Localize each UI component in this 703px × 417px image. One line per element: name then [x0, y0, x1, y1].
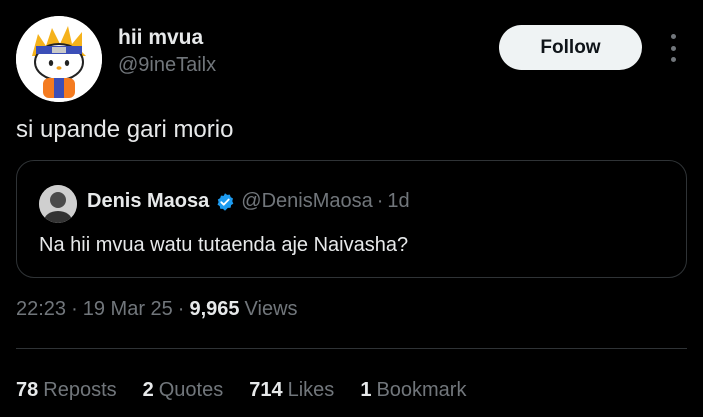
likes-count: 714: [249, 379, 283, 401]
author-display-name[interactable]: hii mvua: [118, 26, 203, 50]
reposts-label: Reposts: [43, 379, 117, 401]
profile-photo-icon: [39, 185, 77, 223]
engagement-stats: 78 Reposts 2 Quotes 714 Likes 1 Bookmark: [16, 379, 492, 402]
tweet-time[interactable]: 22:23: [16, 298, 66, 321]
hello-kitty-naruto-avatar-icon: [16, 16, 102, 102]
quoted-tweet-header: Denis Maosa @DenisMaosa · 1d: [87, 190, 410, 213]
quoted-author-avatar[interactable]: [39, 185, 77, 223]
follow-button[interactable]: Follow: [499, 25, 642, 70]
tweet-meta: 22:23 · 19 Mar 25 · 9,965 Views: [16, 298, 298, 321]
quoted-author-name[interactable]: Denis Maosa: [87, 190, 209, 213]
tweet-text: si upande gari morio: [16, 116, 234, 143]
divider: [16, 348, 687, 349]
author-avatar[interactable]: [16, 16, 102, 102]
likes-stat[interactable]: 714 Likes: [249, 379, 334, 402]
views-label: Views: [244, 298, 298, 320]
quoted-timestamp[interactable]: 1d: [387, 190, 409, 213]
views-count: 9,965: [189, 298, 240, 320]
bookmarks-stat[interactable]: 1 Bookmark: [360, 379, 466, 402]
reposts-stat[interactable]: 78 Reposts: [16, 379, 117, 402]
quoted-tweet-card[interactable]: Denis Maosa @DenisMaosa · 1d Na hii mvua…: [16, 160, 687, 278]
tweet-date[interactable]: 19 Mar 25: [83, 298, 173, 321]
quoted-author-handle[interactable]: @DenisMaosa: [241, 190, 372, 213]
quotes-stat[interactable]: 2 Quotes: [143, 379, 224, 402]
quoted-separator: ·: [376, 190, 384, 212]
meta-separator: ·: [71, 298, 78, 320]
verified-badge-icon: [217, 192, 234, 211]
bookmarks-count: 1: [360, 379, 372, 401]
author-handle[interactable]: @9ineTailx: [118, 54, 216, 77]
bookmarks-label: Bookmark: [376, 379, 467, 401]
reposts-count: 78: [16, 379, 39, 401]
meta-separator: ·: [177, 298, 185, 320]
quotes-count: 2: [142, 379, 154, 401]
quotes-label: Quotes: [158, 379, 224, 401]
likes-label: Likes: [287, 379, 335, 401]
quoted-tweet-text: Na hii mvua watu tutaenda aje Naivasha?: [39, 234, 409, 256]
more-options-icon[interactable]: [664, 34, 682, 62]
